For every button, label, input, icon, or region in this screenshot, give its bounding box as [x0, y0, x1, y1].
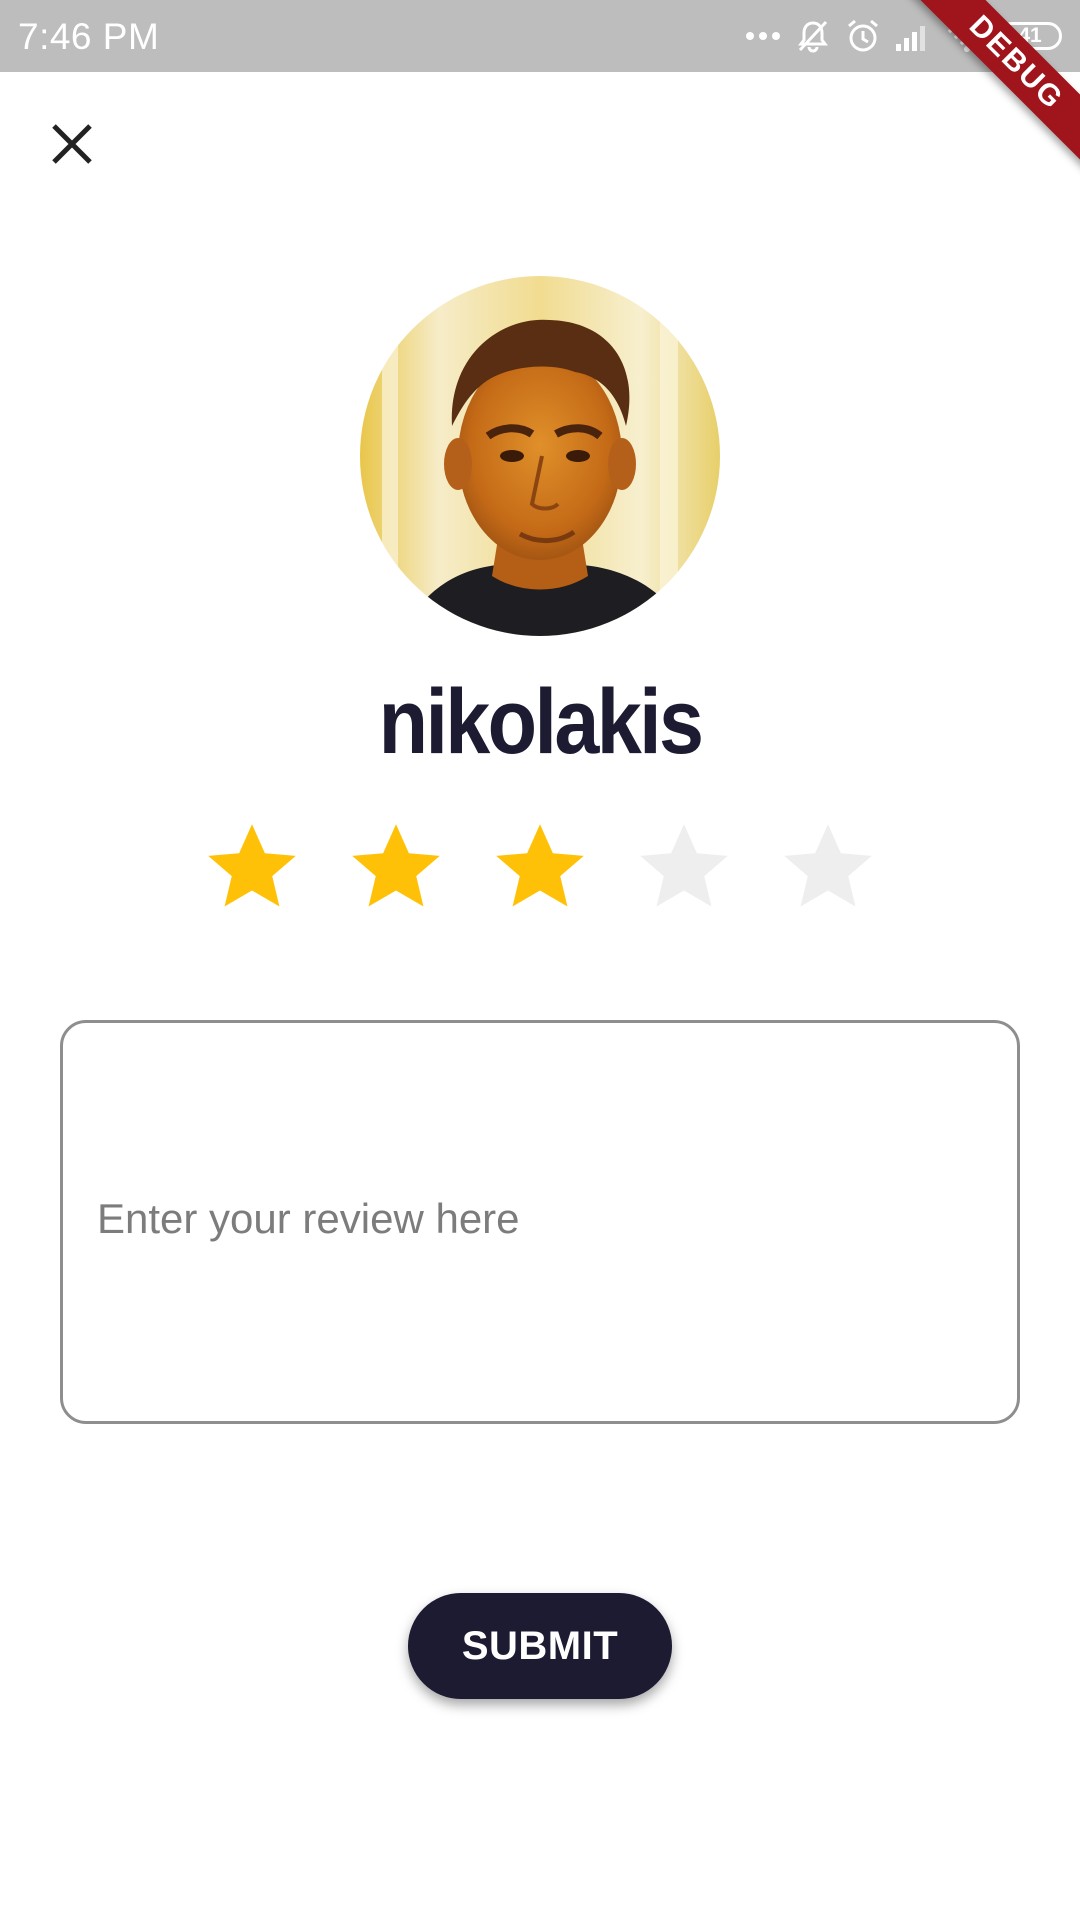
- close-icon: [52, 124, 92, 164]
- signal-icon: [896, 26, 925, 51]
- status-bar: 7:46 PM 41: [0, 0, 1080, 72]
- star-icon[interactable]: [346, 818, 446, 918]
- review-input[interactable]: [63, 1023, 1017, 1421]
- review-screen: 7:46 PM 41 DEBUG nikolakis Enter your re…: [0, 0, 1080, 1920]
- status-time: 7:46 PM: [18, 16, 160, 57]
- bell-muted-icon: [798, 20, 828, 53]
- star-rating: [0, 818, 1080, 922]
- user-name: nikolakis: [378, 671, 704, 773]
- avatar-image: [360, 276, 720, 636]
- more-dots-icon: [746, 32, 780, 40]
- star-icon[interactable]: [634, 818, 734, 918]
- submit-button[interactable]: SUBMIT: [408, 1593, 672, 1699]
- star-icon[interactable]: [202, 818, 302, 918]
- alarm-icon: [848, 19, 878, 52]
- star-icon[interactable]: [490, 818, 590, 918]
- close-button[interactable]: [36, 108, 108, 180]
- star-icon[interactable]: [778, 818, 878, 918]
- review-field[interactable]: [60, 1020, 1020, 1424]
- avatar: [360, 276, 720, 636]
